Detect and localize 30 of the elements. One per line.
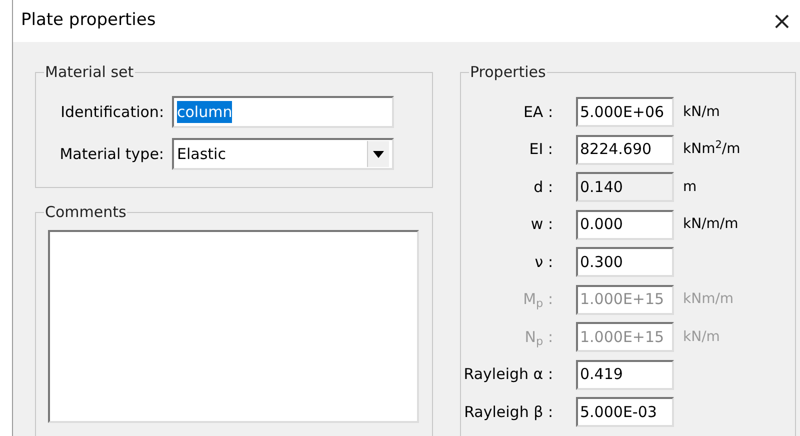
unit-label: kN/m/m <box>682 215 738 234</box>
property-label: N$_{p}$ : <box>524 326 554 348</box>
property-field[interactable]: 5.000E-03 <box>576 397 674 427</box>
property-label: EA : <box>522 102 554 123</box>
group-title: Properties <box>469 63 547 81</box>
material-type-dropdown[interactable]: Elastic <box>172 138 394 170</box>
property-field[interactable]: 5.000E+06 <box>576 97 674 127</box>
comments-field[interactable] <box>48 230 419 423</box>
property-label: EI : <box>528 139 554 160</box>
window-title: Plate properties <box>21 9 156 32</box>
unit-label: kN/m <box>682 328 720 346</box>
field-label: Material type: <box>58 144 165 165</box>
identification-field[interactable]: column <box>172 96 394 128</box>
property-field[interactable]: 8224.690 <box>576 134 674 164</box>
property-field[interactable]: 0.419 <box>576 360 674 390</box>
property-label: w : <box>530 214 554 236</box>
field-label: Identification: <box>60 102 165 123</box>
property-field[interactable]: 0.300 <box>576 247 674 277</box>
property-label: Rayleigh α : <box>462 364 554 386</box>
close-button[interactable]: × <box>770 9 794 33</box>
property-label: M$_{p}$ : <box>522 289 554 311</box>
property-label: Rayleigh β : <box>463 402 554 423</box>
property-label: ν : <box>534 252 554 273</box>
unit-label: kNm$^{2}$/m <box>682 139 740 159</box>
unit-label: m <box>682 178 697 196</box>
unit-label: kNm/m <box>682 290 734 309</box>
property-field[interactable]: 0.140 <box>576 172 674 202</box>
property-label: d : <box>532 176 554 198</box>
property-field[interactable]: 0.000 <box>576 210 674 240</box>
unit-label: kN/m <box>682 102 720 122</box>
